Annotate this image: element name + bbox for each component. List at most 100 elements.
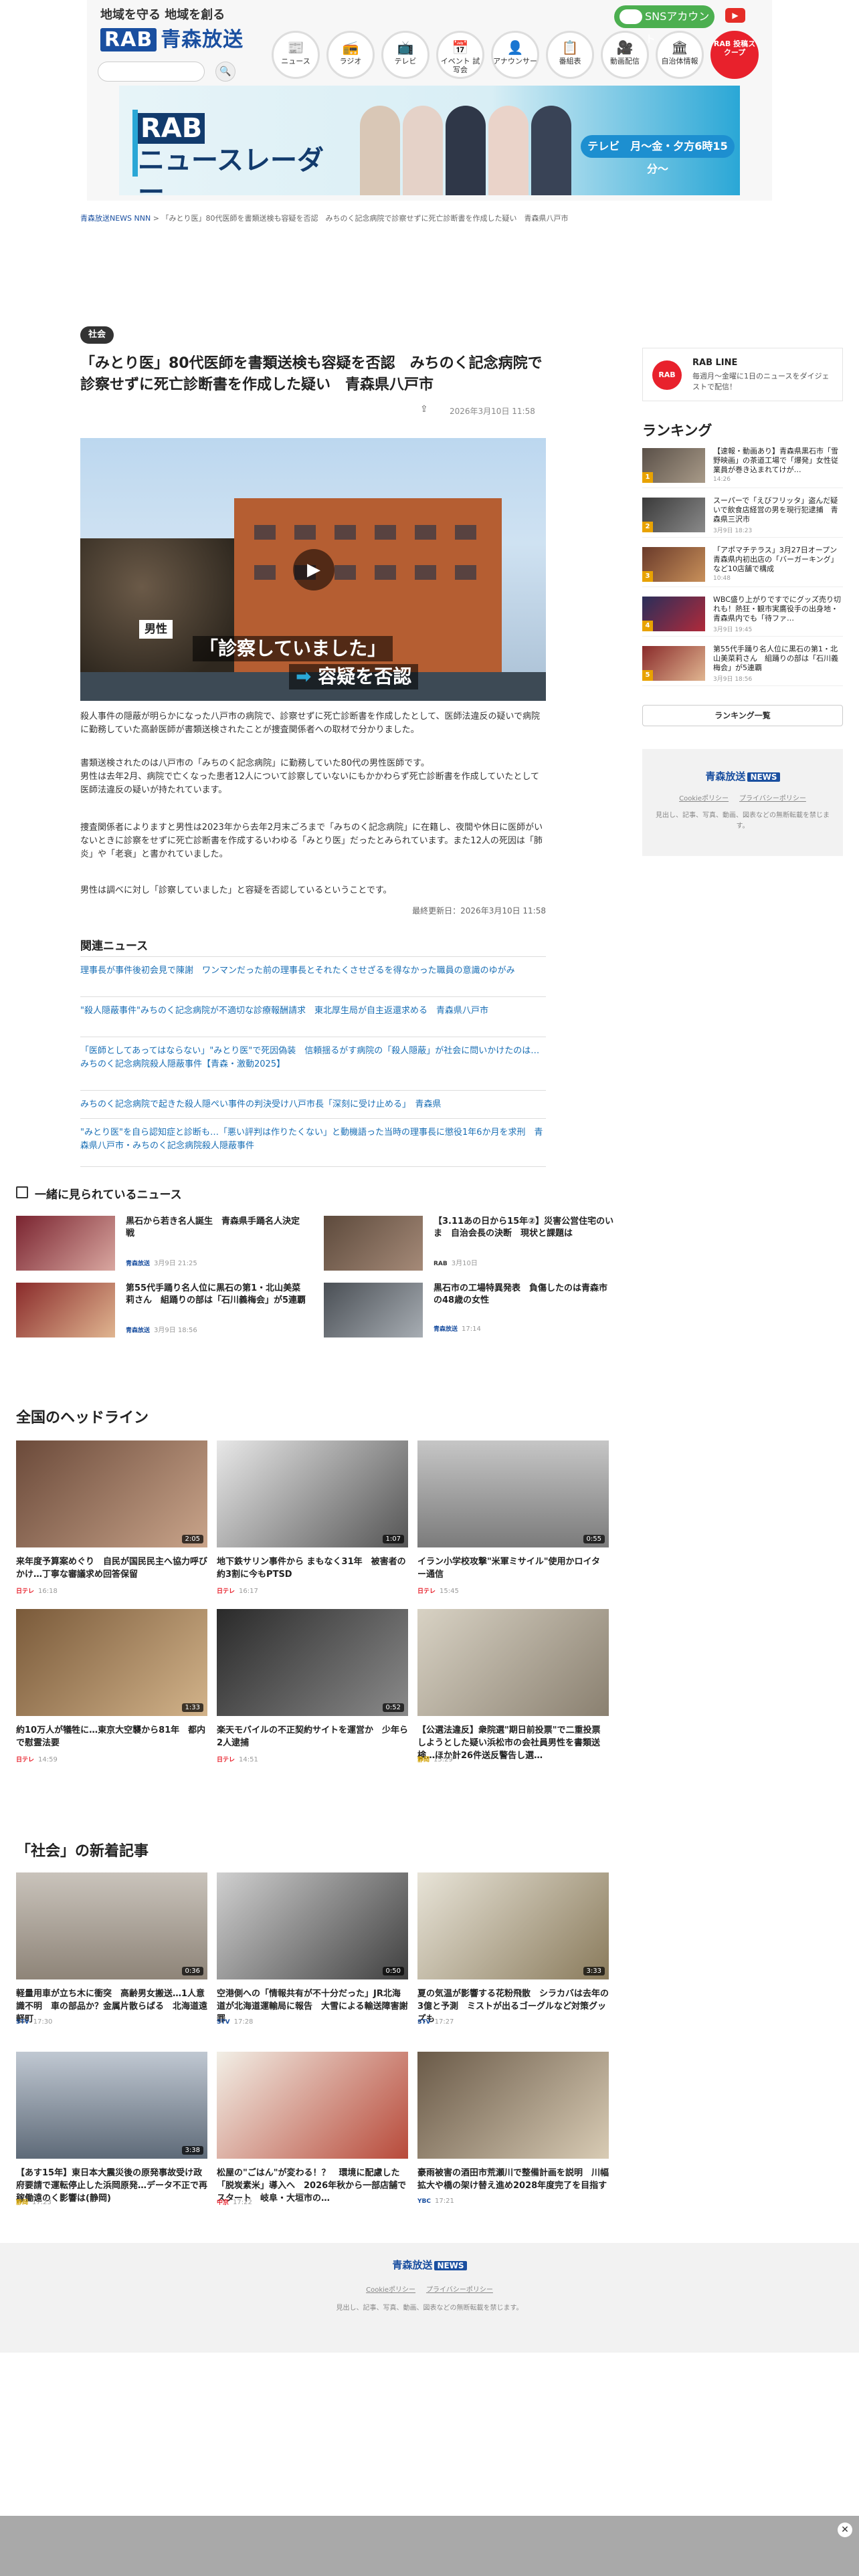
video-caption-tag: 男性 — [139, 620, 173, 639]
video-icon: 🎥 — [616, 39, 634, 56]
news-thumbnail: 2:05 — [16, 1440, 207, 1547]
related-news-link[interactable]: "殺人隠蔽事件"みちのく記念病院が不適切な診療報酬請求 東北厚生局が自主返還求め… — [80, 1004, 546, 1018]
article-paragraph: 書類送検されたのは八戸市の「みちのく記念病院」に勤務していた80代の男性医師です… — [80, 758, 539, 795]
nav-announcer[interactable]: 👤 アナウンサー — [491, 31, 539, 79]
breadcrumb-home[interactable]: 青森放送NEWS NNN — [80, 214, 151, 223]
related-news-heading: 関連ニュース — [80, 940, 149, 953]
banner-title: RAB ニュースレーダー — [138, 113, 324, 208]
schedule-icon: 📋 — [561, 39, 579, 56]
popular-news-item[interactable]: 黒石から若き名人誕生 青森県手踊名人決定戦 青森放送 3月9日 21:25 — [16, 1216, 308, 1271]
nav-video[interactable]: 🎥 動画配信 — [601, 31, 649, 79]
nav-news[interactable]: 📰 ニュース — [272, 31, 320, 79]
nav-event[interactable]: 📅 イベント 試写会 — [436, 31, 484, 79]
search-input[interactable] — [98, 62, 205, 82]
rab-line-logo: RAB — [652, 360, 682, 390]
article-paragraph: 殺人事件の隠蔽が明らかになった八戸市の病院で、診察せずに死亡診断書を作成したとし… — [80, 712, 541, 735]
window — [254, 525, 276, 540]
popular-news-item[interactable]: 第55代手踊り名人位に黒石の第1・北山美菜莉さん 組踊りの部は「石川義梅会」が5… — [16, 1283, 308, 1337]
news-list-icon — [16, 1186, 28, 1198]
anchor-photo — [446, 106, 486, 195]
last-updated: 最終更新日：2026年3月10日 11:58 — [412, 906, 546, 916]
anchor-photo — [531, 106, 571, 195]
news-thumbnail: 0:36 — [16, 1872, 207, 1979]
news-radar-banner[interactable]: RAB ニュースレーダー テレビ 月〜金・夕方6時15分〜 — [119, 86, 740, 208]
news-thumbnail: 0:50 — [217, 1872, 408, 1979]
divider — [80, 956, 546, 957]
close-icon[interactable]: ✕ — [838, 2523, 852, 2537]
nav-tv[interactable]: 📺 テレビ — [381, 31, 430, 79]
ranking-item[interactable]: 3 「アポマチテラス」3月27日オープン 青森県内初出店の「バーガーキング」など… — [642, 544, 844, 587]
rank-number: 3 — [642, 571, 653, 582]
window — [415, 525, 436, 540]
rab-line-description: 毎週月〜金曜に1日のニュースをダイジェストで配信！ — [692, 372, 830, 391]
article-paragraph: 捜査関係者によりますと男性は2023年から去年2月末ごろまで「みちのく記念病院」… — [80, 823, 543, 859]
anchor-photo — [403, 106, 443, 195]
rab-line-banner[interactable]: RAB RAB LINE 毎週月〜金曜に1日のニュースをダイジェストで配信！ — [642, 348, 843, 401]
ad-overlay — [0, 2516, 859, 2576]
ranking-item[interactable]: 5 第55代手踊り名人位に黒石の第1・北山美菜莉さん 組踊りの部は「石川義梅会」… — [642, 643, 843, 686]
rank-number: 5 — [642, 670, 653, 681]
person-icon: 👤 — [506, 39, 524, 56]
popular-news-item[interactable]: 【3.11あの日から15年②】災害公営住宅のいま 自治会長の決断 現状と課題は … — [324, 1216, 615, 1271]
video-caption-denial: ➡ 容疑を否認 — [289, 664, 419, 689]
brand-tagline: 地域を守る 地域を創る — [100, 8, 225, 22]
radio-icon: 📻 — [342, 39, 359, 56]
related-news-link[interactable]: 理事長が事件後初会見で陳謝 ワンマンだった前の理事長とそれたくさせざるを得なかっ… — [80, 964, 546, 978]
category-badge[interactable]: 社会 — [80, 326, 114, 344]
ranking-heading: ランキング — [642, 423, 712, 439]
window — [254, 565, 276, 580]
youtube-icon[interactable]: ▶ — [725, 8, 745, 23]
news-thumbnail: 1:07 — [217, 1440, 408, 1547]
nav-municipality[interactable]: 🏛 自治体情報 — [656, 31, 704, 79]
ranking-more-button[interactable]: ランキング一覧 — [642, 705, 843, 726]
divider — [80, 996, 546, 997]
news-thumbnail: 3:33 — [417, 1872, 609, 1979]
ranking-item[interactable]: 4 WBC盛り上がりですでにグッズ売り切れも！熱狂・観市実鷹役手の出身地・青森県… — [642, 594, 843, 637]
rank-number: 1 — [642, 472, 653, 483]
nav-schedule[interactable]: 📋 番組表 — [546, 31, 594, 79]
news-thumbnail — [16, 1216, 115, 1271]
building-icon: 🏛 — [671, 39, 688, 56]
divider — [80, 1118, 546, 1119]
window — [455, 525, 476, 540]
social-news-heading: 「社会」の新着記事 — [16, 1843, 149, 1860]
share-icon[interactable]: ⇪ — [420, 404, 428, 415]
related-news-link[interactable]: みちのく記念病院で起きた殺人隠ぺい事件の判決受け八戸市長「深刻に受け止める」 青… — [80, 1098, 546, 1111]
news-thumbnail: 0:55 — [417, 1440, 609, 1547]
news-thumbnail: 1:33 — [16, 1609, 207, 1716]
privacy-policy-link[interactable]: プライバシーポリシー — [739, 795, 806, 802]
window — [415, 565, 436, 580]
related-news-link[interactable]: 「医師としてあってはならない」"みとり医"で死因偽装 信頼揺るがす病院の「殺人隠… — [80, 1045, 548, 1071]
ranking-item[interactable]: 2 スーパーで「えびフリッタ」盗んだ疑いで飲食店経営の男を現行犯逮捕 青森県三沢… — [642, 495, 843, 538]
news-logo: 青森放送 NEWS — [642, 769, 843, 783]
national-headlines-heading: 全国のヘッドライン — [16, 1410, 149, 1426]
ranking-item[interactable]: 1 【速報・動画あり】青森県黒石市「雪野映画」の茶道工場で「爆発」女性従業員が巻… — [642, 445, 843, 488]
sns-account-button[interactable]: SNSアカウント — [614, 5, 714, 45]
rab-line-title: RAB LINE — [692, 358, 738, 368]
related-news-link[interactable]: "みとり医"を自ら認知症と診断も…「悪い評判は作りたくない」と動機語った当時の理… — [80, 1126, 546, 1153]
news-thumbnail: 0:52 — [217, 1609, 408, 1716]
news-icon: 📰 — [287, 39, 304, 56]
cookie-policy-link[interactable]: Cookieポリシー — [679, 795, 729, 802]
search-icon[interactable]: 🔍 — [215, 62, 235, 82]
divider — [80, 1166, 546, 1167]
breadcrumb-current: 「みとり医」80代医師を書類送検も容疑を否認 みちのく記念病院で診察せずに死亡診… — [161, 214, 569, 223]
cookie-policy-link[interactable]: Cookieポリシー — [366, 2286, 415, 2294]
news-thumbnail — [217, 2052, 408, 2159]
window — [375, 565, 396, 580]
popular-news-item[interactable]: 黒石市の工場特異発表 負傷したのは青森市の48歳の女性 青森放送 17:14 — [324, 1283, 615, 1337]
copyright-note: 見出し、記事、写真、動画、図表などの無断転載を禁じます。 — [656, 812, 830, 830]
nav-radio[interactable]: 📻 ラジオ — [326, 31, 375, 79]
privacy-policy-link[interactable]: プライバシーポリシー — [426, 2286, 493, 2294]
news-logo: 青森放送 NEWS — [0, 2258, 859, 2272]
video-player[interactable]: ▶ 男性 「診察していました」 ➡ 容疑を否認 — [80, 438, 546, 701]
nav-scoop[interactable]: RAB 投稿スクープ — [710, 31, 759, 79]
site-logo[interactable]: RAB 青森放送 — [100, 23, 244, 52]
article-title: 「みとり医」80代医師を書類送検も容疑を否認 みちのく記念病院で診察せずに死亡診… — [80, 355, 543, 393]
rank-number: 2 — [642, 522, 653, 532]
news-thumbnail — [417, 1609, 609, 1716]
article-paragraph: 男性は調べに対し「診察していました」と容疑を否認しているということです。 — [80, 885, 392, 895]
toggle-icon — [619, 9, 642, 24]
window — [375, 525, 396, 540]
play-icon[interactable]: ▶ — [293, 549, 335, 591]
